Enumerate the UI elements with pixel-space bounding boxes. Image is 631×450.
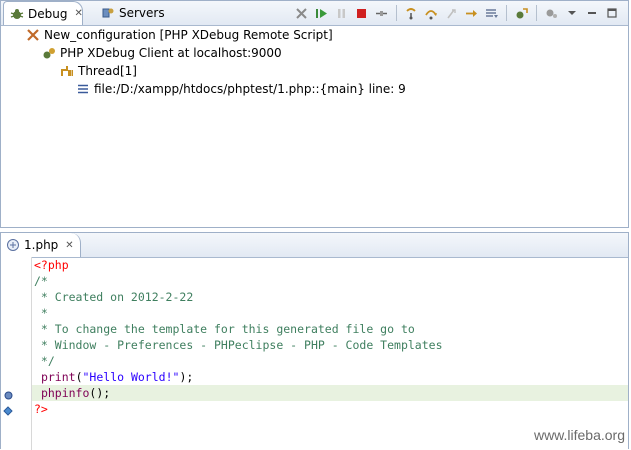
tab-debug-label: Debug xyxy=(28,6,68,21)
use-step-filters-icon[interactable] xyxy=(483,5,500,22)
code-line: * Created on 2012-2-22 xyxy=(34,290,194,304)
tree-item-stack-frame[interactable]: file:/D:/xampp/htdocs/phptest/1.php::{ma… xyxy=(75,80,406,98)
tab-servers[interactable]: Servers xyxy=(95,1,165,24)
servers-icon xyxy=(101,5,115,20)
terminate-icon[interactable] xyxy=(353,5,370,22)
drop-to-frame-icon[interactable] xyxy=(463,5,480,22)
debug-target-icon xyxy=(41,46,56,61)
tree-item-launch-label: New_configuration [PHP XDebug Remote Scr… xyxy=(44,28,333,42)
step-into-icon[interactable] xyxy=(403,5,420,22)
stack-frame-icon xyxy=(75,82,90,97)
code-line: <?php xyxy=(34,258,69,272)
tab-debug-close-icon[interactable]: ✕ xyxy=(74,8,82,19)
tab-servers-label: Servers xyxy=(119,5,165,20)
view-menu-chevron-down-icon[interactable] xyxy=(563,5,580,22)
code-line: ?> xyxy=(34,402,48,416)
editor-marker-gutter[interactable] xyxy=(1,257,16,450)
remove-terminated-icon[interactable] xyxy=(293,5,310,22)
launch-config-icon xyxy=(25,28,40,43)
code-line: * xyxy=(34,306,48,320)
tree-item-stack-frame-label: file:/D:/xampp/htdocs/phptest/1.php::{ma… xyxy=(94,82,406,96)
debug-launch-icon[interactable] xyxy=(513,5,530,22)
watermark: www.lifeba.org xyxy=(533,427,625,443)
editor-line-gutter xyxy=(15,257,32,450)
tab-debug[interactable]: Debug ✕ xyxy=(3,1,83,25)
breakpoint-icon[interactable] xyxy=(3,390,13,400)
editor-view: 1.php ✕ <?php /* * Created on 2012-2-22 … xyxy=(0,232,629,450)
debug-bug-icon xyxy=(10,6,24,21)
debug-toolbar xyxy=(293,4,620,22)
instruction-pointer-icon xyxy=(3,406,13,416)
tree-item-thread[interactable]: Thread[1] xyxy=(59,62,137,80)
debug-view: Debug ✕ Servers New_configuration [PHP X… xyxy=(0,0,629,228)
minimize-icon[interactable] xyxy=(583,5,600,22)
tree-item-thread-label: Thread[1] xyxy=(78,64,137,78)
maximize-icon[interactable] xyxy=(603,5,620,22)
suspend-icon[interactable] xyxy=(333,5,350,22)
resume-icon[interactable] xyxy=(313,5,330,22)
code-line: */ xyxy=(34,354,55,368)
step-over-icon[interactable] xyxy=(423,5,440,22)
code-line: * To change the template for this genera… xyxy=(34,322,415,336)
tab-1-php-label: 1.php xyxy=(24,238,59,252)
step-return-icon[interactable] xyxy=(443,5,460,22)
tab-1-php[interactable]: 1.php ✕ xyxy=(1,233,81,257)
tree-item-launch[interactable]: New_configuration [PHP XDebug Remote Scr… xyxy=(25,26,333,44)
toolbar-separator xyxy=(396,5,397,21)
editor-tabbar: 1.php ✕ xyxy=(1,233,628,258)
tab-1-php-close-icon[interactable]: ✕ xyxy=(65,240,73,251)
toolbar-separator xyxy=(506,5,507,21)
code-line-current: phpinfo(); xyxy=(32,385,628,401)
code-line: * Window - Preferences - PHPeclipse - PH… xyxy=(34,338,443,352)
php-file-icon xyxy=(5,238,20,253)
tree-item-debug-target-label: PHP XDebug Client at localhost:9000 xyxy=(60,46,282,60)
toolbar-separator xyxy=(536,5,537,21)
thread-icon xyxy=(59,64,74,79)
disconnect-icon[interactable] xyxy=(373,5,390,22)
code-line: print("Hello World!"); xyxy=(40,370,194,384)
code-line: /* xyxy=(34,274,48,288)
tree-item-debug-target[interactable]: PHP XDebug Client at localhost:9000 xyxy=(41,44,282,62)
view-settings-icon[interactable] xyxy=(543,5,560,22)
debug-tabbar: Debug ✕ Servers xyxy=(1,1,628,26)
